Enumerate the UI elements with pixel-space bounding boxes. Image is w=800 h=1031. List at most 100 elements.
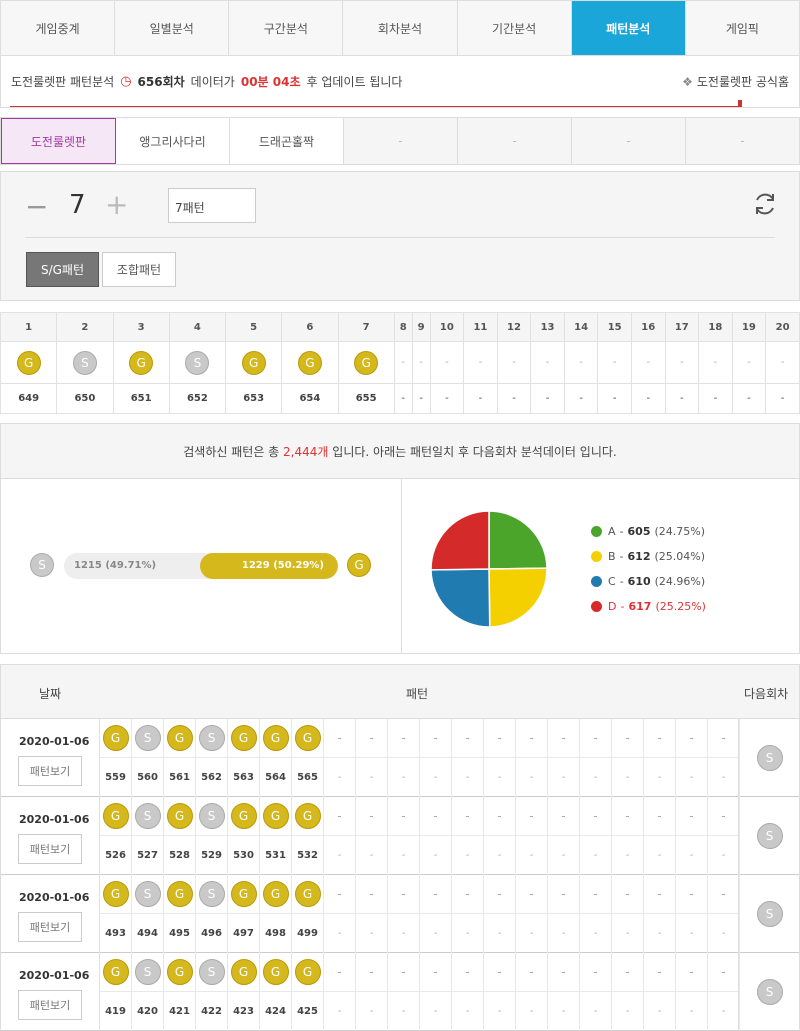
ball-cell: S [56, 341, 114, 384]
empty-cell: - [708, 992, 740, 1031]
next-header: 다음회차 [744, 687, 789, 701]
row-pattern-cells: G 419 S 420 G 421 S 422 G 423 G 424 G 425- - - - - - - - - - - -… [99, 953, 740, 1031]
round-cell: 565 [292, 758, 324, 797]
pattern-select[interactable]: 7패턴 [168, 188, 256, 223]
empty-cell: - [484, 797, 516, 836]
refresh-icon[interactable] [751, 190, 779, 218]
ball-cell: S [196, 875, 228, 914]
empty-cell: - [548, 797, 580, 836]
empty-cell: - [388, 719, 420, 758]
pattern-length: 7 [69, 190, 86, 220]
empty-cell: - [429, 383, 465, 414]
history-row: 2020-01-06 패턴보기 G 559 S 560 G 561 S 562 G 563 G 564… [1, 719, 799, 797]
nav-tab[interactable]: 회차분석 [343, 1, 458, 55]
round-cell: 498 [260, 914, 292, 953]
empty-cell: - [708, 797, 740, 836]
empty-cell: - [452, 953, 484, 992]
empty-cell: - [708, 758, 740, 797]
round-cell: 422 [196, 992, 228, 1031]
round-cell: 651 [112, 383, 170, 414]
game-tab[interactable]: - [572, 118, 686, 164]
game-tab[interactable]: 드래곤홀짝 [230, 118, 344, 164]
pie-legend: A -605 (24.75%) B -612 (25.04%) C -610 (24.96%) D… [591, 519, 706, 619]
empty-cell: - [580, 992, 612, 1031]
legend-item: D -617 (25.25%) [591, 594, 706, 619]
column-header: 19 [731, 312, 767, 342]
history-panel: 날짜 패턴 다음회차 2020-01-06 패턴보기 G 559 S 560 G 561 S… [0, 664, 800, 1031]
empty-cell: - [463, 383, 498, 414]
result-ball: S [134, 959, 161, 985]
stats-divider [401, 479, 402, 654]
empty-cell: - [765, 383, 800, 414]
game-tab[interactable]: - [686, 118, 799, 164]
empty-cell: - [676, 797, 708, 836]
view-pattern-button[interactable]: 패턴보기 [18, 834, 82, 864]
next-result-ball: S [756, 901, 783, 927]
legend-key: B [608, 550, 616, 563]
row-date: 2020-01-06 [19, 813, 90, 826]
result-ball: G [262, 803, 289, 829]
decrement-button[interactable]: − [25, 190, 48, 223]
nav-tab[interactable]: 기간분석 [458, 1, 572, 55]
game-tab[interactable]: - [458, 118, 572, 164]
legend-pct: (24.96%) [654, 575, 706, 588]
official-home-icon[interactable]: ❖ [682, 75, 693, 89]
ball-cell: G [292, 953, 324, 992]
abcd-pie-chart [430, 510, 548, 628]
view-pattern-button[interactable]: 패턴보기 [18, 990, 82, 1020]
ball-cell: S [132, 719, 164, 758]
empty-cell: - [356, 836, 388, 875]
empty-cell: - [356, 875, 388, 914]
sg-pattern-button[interactable]: S/G패턴 [26, 252, 99, 287]
empty-cell: - [411, 341, 431, 384]
empty-cell: - [452, 797, 484, 836]
result-ball: G [262, 725, 289, 751]
game-tab[interactable]: 앵그리사다리 [116, 118, 230, 164]
empty-cell: - [664, 341, 700, 384]
empty-cell: - [496, 383, 532, 414]
ball-cell: S [196, 797, 228, 836]
empty-cell: - [452, 836, 484, 875]
result-ball: G [102, 881, 129, 907]
ball-cell: G [224, 341, 283, 384]
empty-cell: - [676, 758, 708, 797]
pie-slice-b [488, 567, 548, 628]
nav-tab[interactable]: 게임중계 [1, 1, 116, 55]
game-tabs: 도전룰렛판 앵그리사다리 드래곤홀짝 - - - - [0, 117, 800, 165]
increment-button[interactable]: + [105, 188, 128, 221]
round-cell: 420 [132, 992, 164, 1031]
result-ball: G [262, 959, 289, 985]
empty-cell: - [516, 836, 548, 875]
nav-tab[interactable]: 패턴분석 [571, 1, 686, 55]
result-ball: G [294, 881, 321, 907]
empty-cell: - [563, 341, 599, 384]
nav-tab[interactable]: 일별분석 [115, 1, 230, 55]
view-pattern-button[interactable]: 패턴보기 [18, 912, 82, 942]
next-result-ball: S [756, 823, 783, 849]
empty-cell: - [644, 875, 676, 914]
empty-cell: - [548, 719, 580, 758]
result-ball: S [198, 725, 225, 751]
nav-tab[interactable]: 게임픽 [686, 1, 799, 55]
empty-cell: - [356, 719, 388, 758]
round-cell: 495 [164, 914, 196, 953]
empty-cell: - [580, 836, 612, 875]
pie-slice-d [430, 510, 490, 571]
stats-panel: S 1215 (49.71%) 1229 (50.29%) G A -605 (24… [0, 479, 800, 654]
combo-pattern-button[interactable]: 조합패턴 [102, 252, 176, 287]
empty-cell: - [644, 914, 676, 953]
empty-cell: - [484, 836, 516, 875]
empty-cell: - [548, 992, 580, 1031]
game-tab[interactable]: 도전룰렛판 [1, 118, 116, 164]
empty-cell: - [708, 953, 740, 992]
empty-cell: - [676, 875, 708, 914]
pattern-table: 1 2 3 4 5 6 7 8 9 10 11 12 13 14 15 16 17 18 19 20 G S G S G G G - -… [0, 312, 800, 414]
official-home-link[interactable]: 도전룰렛판 공식홈 [697, 73, 789, 90]
view-pattern-button[interactable]: 패턴보기 [18, 756, 82, 786]
result-ball: S [134, 803, 161, 829]
game-tab[interactable]: - [344, 118, 458, 164]
nav-tab[interactable]: 구간분석 [229, 1, 344, 55]
empty-cell: - [548, 875, 580, 914]
result-ball: S [134, 725, 161, 751]
empty-cell: - [731, 341, 767, 384]
